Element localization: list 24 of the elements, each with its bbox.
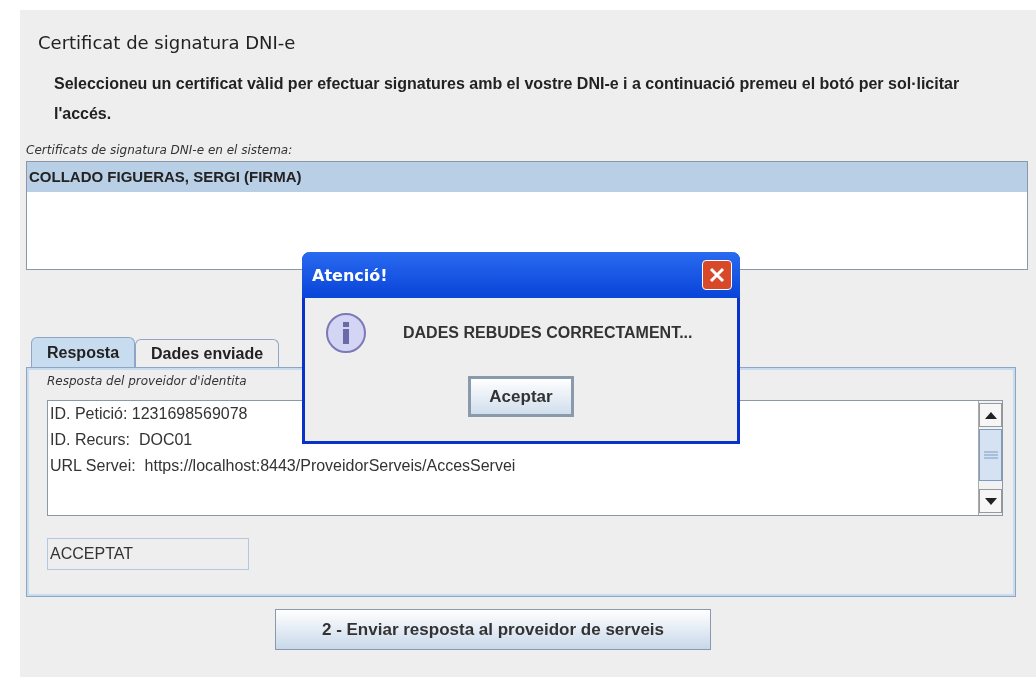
up-arrow-icon xyxy=(984,411,997,419)
dialog-message: DADES REBUDES CORRECTAMENT... xyxy=(403,324,693,342)
status-field: ACCEPTAT xyxy=(47,538,249,570)
response-line: ID. Petició: 1231698569078 xyxy=(50,404,249,424)
response-line: ID. Recurs: DOC01 xyxy=(50,430,194,450)
tab[interactable]: Resposta xyxy=(31,337,136,367)
list-label: Certificats de signatura DNI-e en el sistema: xyxy=(26,143,294,157)
response-line: URL Servei: https://localhost:8443/ProveidorServeis/AccesServei xyxy=(50,456,517,476)
certificate-item[interactable]: COLLADO FIGUERAS, SERGI (FIRMA) xyxy=(27,162,1027,192)
section-title: Certificat de signatura DNI-e xyxy=(38,32,297,53)
instruction-text: Seleccioneu un certificat vàlid per efectuar signatures amb el vostre DNI-e i a continuació premeu el botó per sol·licitar l'accés. xyxy=(54,74,961,124)
close-button[interactable] xyxy=(702,260,732,290)
down-arrow-icon xyxy=(984,497,997,505)
send-button[interactable]: 2 - Enviar resposta al proveidor de serveis xyxy=(275,609,711,650)
accept-button[interactable]: Aceptar xyxy=(468,376,574,417)
scroll-down-button[interactable] xyxy=(979,489,1002,513)
info-icon xyxy=(325,312,367,354)
response-caption: Resposta del proveidor d'identita xyxy=(47,374,248,388)
scroll-thumb[interactable] xyxy=(979,429,1002,481)
scroll-up-button[interactable] xyxy=(979,403,1002,427)
close-icon xyxy=(708,266,726,284)
dialog-title: Atenció! xyxy=(312,265,388,285)
scrollbar[interactable] xyxy=(978,401,1002,515)
tab[interactable]: Dades enviade xyxy=(135,339,280,367)
